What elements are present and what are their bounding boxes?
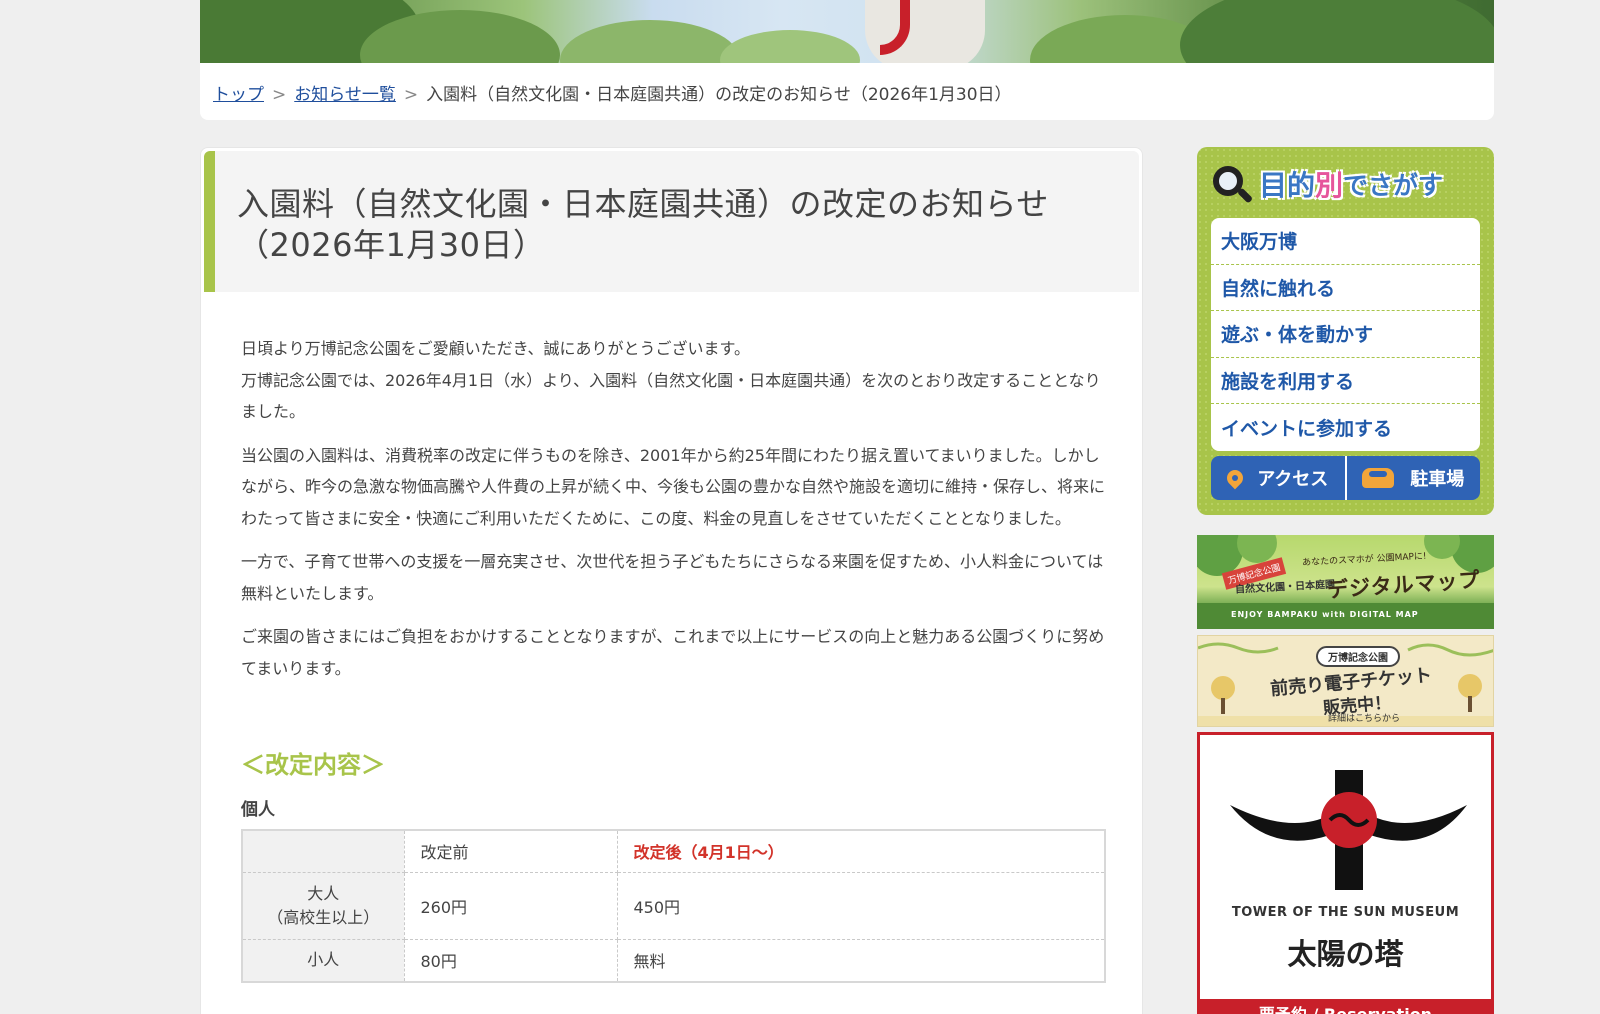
table-row: 大人 （高校生以上） 260円 450円 bbox=[241, 871, 1106, 940]
breadcrumb: トップ > お知らせ一覧 > 入園料（自然文化園・日本庭園共通）の改定のお知らせ（202… bbox=[200, 63, 1494, 120]
table-row-label-line2: （高校生以上） bbox=[267, 907, 380, 927]
access-button[interactable]: アクセス bbox=[1211, 456, 1345, 500]
purpose-item-expo[interactable]: 大阪万博 bbox=[1211, 218, 1480, 265]
page-title-line2: （2026年1月30日） bbox=[237, 226, 546, 264]
parking-label: 駐車場 bbox=[1410, 469, 1465, 490]
purpose-list: 大阪万博 自然に触れる 遊ぶ・体を動かす 施設を利用する イベントに参加する bbox=[1211, 218, 1480, 451]
article-paragraph: 日頃より万博記念公園をご愛顧いただき、誠にありがとうございます。 万博記念公園で… bbox=[241, 339, 1101, 421]
purpose-item-events[interactable]: イベントに参加する bbox=[1211, 404, 1480, 451]
table-row: 小人 80円 無料 bbox=[241, 938, 1106, 983]
purpose-item-nature[interactable]: 自然に触れる bbox=[1211, 265, 1480, 311]
sun-banner-name: 太陽の塔 bbox=[1287, 937, 1404, 971]
table-cell-after: 無料 bbox=[616, 938, 1106, 983]
article-paragraph: 当公園の入園料は、消費税率の改定に伴うものを除き、2001年から約25年間にわた… bbox=[241, 445, 1106, 528]
digital-map-banner[interactable]: 万博記念公園 あなたのスマホが 公園MAPに! 自然文化園・日本庭園 デジタルマ… bbox=[1197, 535, 1494, 629]
page-title-box: 入園料（自然文化園・日本庭園共通）の改定のお知らせ （2026年1月30日） bbox=[204, 151, 1139, 292]
breadcrumb-home-link[interactable]: トップ bbox=[213, 85, 264, 105]
access-parking-buttons: アクセス 駐車場 bbox=[1211, 456, 1480, 500]
table-header-blank bbox=[241, 829, 405, 873]
eticket-banner[interactable]: 万博記念公園 前売り電子チケット 販売中！ 詳細はこちらから bbox=[1197, 635, 1494, 727]
map-pin-icon bbox=[1223, 466, 1247, 490]
purpose-item-facilities[interactable]: 施設を利用する bbox=[1211, 358, 1480, 404]
access-label: アクセス bbox=[1257, 469, 1329, 490]
search-icon bbox=[1211, 164, 1254, 204]
car-icon bbox=[1362, 468, 1395, 488]
table-cell-after: 450円 bbox=[616, 871, 1106, 940]
table-row-label-line1: 大人 bbox=[307, 883, 340, 903]
article-main: 入園料（自然文化園・日本庭園共通）の改定のお知らせ （2026年1月30日） 日… bbox=[200, 147, 1143, 1014]
purpose-title-part3: でさがす bbox=[1343, 171, 1444, 200]
table-cell-before: 80円 bbox=[403, 938, 618, 983]
purpose-title-part2: 別 bbox=[1315, 169, 1344, 202]
fee-table: 改定前 改定後（4月1日〜） 大人 （高校生以上） 260円 450円 小人 8… bbox=[241, 829, 1106, 983]
table-header-before: 改定前 bbox=[403, 829, 618, 873]
purpose-item-play[interactable]: 遊ぶ・体を動かす bbox=[1211, 311, 1480, 358]
table-header-after: 改定後（4月1日〜） bbox=[616, 829, 1106, 873]
breadcrumb-separator: > bbox=[403, 85, 419, 105]
article-body: 日頃より万博記念公園をご愛顧いただき、誠にありがとうございます。 万博記念公園で… bbox=[241, 333, 1111, 696]
ticket-banner-note: 詳細はこちらから bbox=[1328, 714, 1401, 724]
sun-banner-reservation: 要予約 / Reservation bbox=[1200, 999, 1491, 1014]
tower-of-the-sun-banner[interactable]: TOWER OF THE SUN MUSEUM 太陽の塔 要予約 / Reser… bbox=[1197, 732, 1494, 1014]
article-paragraph: 一方で、子育て世帯への支援を一層充実させ、次世代を担う子どもたちにさらなる来園を… bbox=[241, 552, 1104, 603]
table-cell-before: 260円 bbox=[403, 871, 618, 940]
sub-heading: 個人 bbox=[241, 800, 275, 820]
page-title-line1: 入園料（自然文化園・日本庭園共通）の改定のお知らせ bbox=[237, 185, 1049, 223]
section-heading: ＜改定内容＞ bbox=[241, 751, 385, 779]
table-row-label: 小人 bbox=[241, 938, 405, 983]
purpose-search-panel: 目的別でさがす 大阪万博 自然に触れる 遊ぶ・体を動かす 施設を利用する イベン… bbox=[1197, 147, 1494, 515]
table-row-label: 大人 （高校生以上） bbox=[241, 871, 405, 940]
breadcrumb-separator: > bbox=[272, 85, 287, 105]
tower-of-the-sun-logo-icon bbox=[1230, 770, 1467, 890]
purpose-title: 目的別でさがす bbox=[1211, 159, 1443, 209]
map-banner-footer: ENJOY BAMPAKU with DIGITAL MAP bbox=[1231, 610, 1419, 619]
page-title: 入園料（自然文化園・日本庭園共通）の改定のお知らせ （2026年1月30日） bbox=[237, 184, 1119, 266]
parking-button[interactable]: 駐車場 bbox=[1344, 456, 1481, 500]
breadcrumb-news-link[interactable]: お知らせ一覧 bbox=[294, 85, 396, 105]
sun-banner-caption: TOWER OF THE SUN MUSEUM bbox=[1231, 905, 1460, 920]
hero-banner-image bbox=[200, 0, 1494, 63]
purpose-title-part1: 目的 bbox=[1259, 169, 1316, 202]
article-paragraph: ご来園の皆さまにはご負担をおかけすることとなりますが、これまで以上にサービスの向… bbox=[241, 627, 1105, 678]
table-header-row: 改定前 改定後（4月1日〜） bbox=[241, 829, 1106, 873]
breadcrumb-current: 入園料（自然文化園・日本庭園共通）の改定のお知らせ（2026年1月30日） bbox=[426, 85, 1012, 105]
